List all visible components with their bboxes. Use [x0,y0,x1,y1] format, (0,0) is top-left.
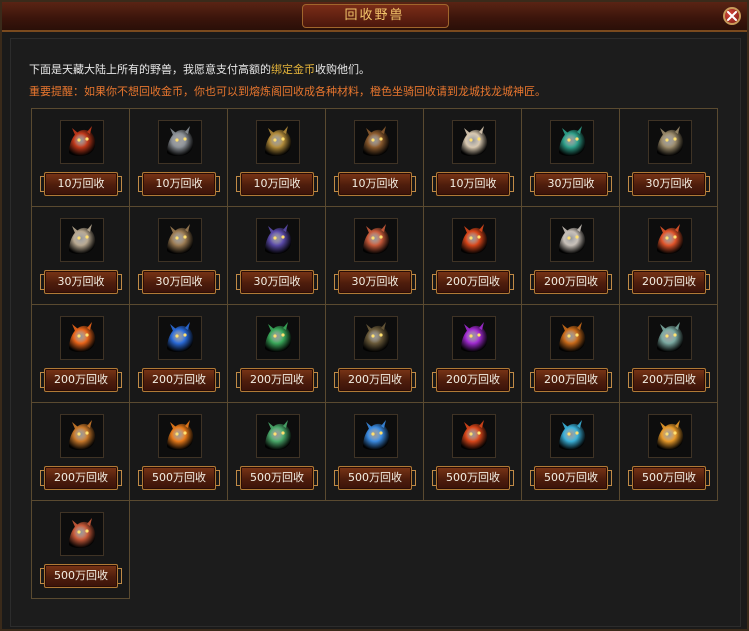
beast-icon[interactable] [452,414,496,458]
beast-icon[interactable] [550,414,594,458]
beast-icon[interactable] [158,316,202,360]
recycle-button[interactable]: 200万回收 [628,368,710,392]
beast-slot: 30万回收 [620,109,718,207]
window-title: 回收野兽 [344,8,405,23]
beast-icon[interactable] [158,414,202,458]
beast-icon[interactable] [60,218,104,262]
recycle-button[interactable]: 200万回收 [432,270,514,294]
intro-text: 下面是天藏大陆上所有的野兽，我愿意支付高额的绑定金币收购他们。 [29,61,370,77]
intro-prefix: 下面是天藏大陆上所有的野兽，我愿意支付高额的 [29,63,271,76]
beast-slot: 200万回收 [32,403,130,501]
recycle-button[interactable]: 10万回收 [334,172,416,196]
recycle-button[interactable]: 500万回收 [40,564,122,588]
beast-slot: 200万回收 [522,305,620,403]
recycle-button[interactable]: 200万回收 [432,368,514,392]
recycle-button[interactable]: 500万回收 [334,466,416,490]
recycle-button[interactable]: 10万回收 [40,172,122,196]
recycle-beasts-window: 回收野兽 下面是天藏大陆上所有的野兽，我愿意支付高额的绑定金币收购他们。 重要提… [0,0,749,631]
beast-icon[interactable] [354,414,398,458]
beast-slot: 10万回收 [130,109,228,207]
beast-icon[interactable] [158,120,202,164]
recycle-button[interactable]: 30万回收 [138,270,220,294]
beast-icon[interactable] [60,414,104,458]
beast-icon[interactable] [354,316,398,360]
recycle-button[interactable]: 500万回收 [530,466,612,490]
beast-slot: 200万回收 [32,305,130,403]
content-panel: 下面是天藏大陆上所有的野兽，我愿意支付高额的绑定金币收购他们。 重要提醒：如果你… [10,38,741,627]
beast-slot: 500万回收 [130,403,228,501]
beast-icon[interactable] [452,218,496,262]
recycle-button[interactable]: 10万回收 [236,172,318,196]
beast-slot: 30万回收 [522,109,620,207]
beast-slot: 200万回收 [326,305,424,403]
recycle-button[interactable]: 30万回收 [334,270,416,294]
recycle-button[interactable]: 500万回收 [138,466,220,490]
recycle-button[interactable]: 500万回收 [236,466,318,490]
title-bar[interactable]: 回收野兽 [2,2,747,32]
recycle-button[interactable]: 30万回收 [40,270,122,294]
beast-icon[interactable] [648,414,692,458]
beast-icon[interactable] [256,316,300,360]
beast-icon[interactable] [60,120,104,164]
beast-slot: 500万回收 [424,403,522,501]
recycle-button[interactable]: 30万回收 [628,172,710,196]
close-icon [727,11,737,21]
beast-icon[interactable] [550,120,594,164]
beast-icon[interactable] [550,316,594,360]
intro-highlight: 绑定金币 [271,63,315,76]
beast-slot: 30万回收 [130,207,228,305]
beast-grid: 10万回收 10万回收 10万回收 10万回收 10万回收 30万回收 30万回收 30万回收… [31,108,718,599]
beast-slot: 10万回收 [32,109,130,207]
beast-slot: 10万回收 [228,109,326,207]
beast-slot: 10万回收 [326,109,424,207]
beast-slot: 500万回收 [522,403,620,501]
beast-slot: 30万回收 [32,207,130,305]
beast-slot: 200万回收 [522,207,620,305]
beast-icon[interactable] [256,120,300,164]
beast-slot: 30万回收 [228,207,326,305]
recycle-button[interactable]: 200万回收 [628,270,710,294]
beast-slot: 200万回收 [620,207,718,305]
beast-slot: 30万回收 [326,207,424,305]
important-tip: 重要提醒：如果你不想回收金币，你也可以到熔炼阁回收成各种材料，橙色坐骑回收请到龙… [29,85,546,98]
beast-icon[interactable] [452,316,496,360]
recycle-button[interactable]: 200万回收 [236,368,318,392]
beast-icon[interactable] [648,120,692,164]
recycle-button[interactable]: 200万回收 [40,466,122,490]
beast-icon[interactable] [256,218,300,262]
recycle-button[interactable]: 10万回收 [138,172,220,196]
beast-icon[interactable] [60,316,104,360]
beast-icon[interactable] [648,316,692,360]
beast-slot: 200万回收 [130,305,228,403]
beast-icon[interactable] [550,218,594,262]
beast-icon[interactable] [648,218,692,262]
beast-slot: 500万回收 [228,403,326,501]
recycle-button[interactable]: 200万回收 [40,368,122,392]
recycle-button[interactable]: 30万回收 [530,172,612,196]
beast-slot: 200万回收 [424,305,522,403]
beast-icon[interactable] [452,120,496,164]
recycle-button[interactable]: 500万回收 [628,466,710,490]
close-button[interactable] [723,7,741,25]
recycle-button[interactable]: 500万回收 [432,466,514,490]
beast-slot: 10万回收 [424,109,522,207]
beast-icon[interactable] [354,218,398,262]
beast-icon[interactable] [60,512,104,556]
recycle-button[interactable]: 200万回收 [138,368,220,392]
beast-slot: 200万回收 [424,207,522,305]
beast-icon[interactable] [354,120,398,164]
beast-icon[interactable] [256,414,300,458]
intro-suffix: 收购他们。 [315,63,370,76]
beast-slot: 200万回收 [228,305,326,403]
beast-icon[interactable] [158,218,202,262]
beast-slot: 200万回收 [620,305,718,403]
recycle-button[interactable]: 200万回收 [530,270,612,294]
beast-slot: 500万回收 [326,403,424,501]
recycle-button[interactable]: 10万回收 [432,172,514,196]
recycle-button[interactable]: 200万回收 [334,368,416,392]
recycle-button[interactable]: 200万回收 [530,368,612,392]
beast-slot: 500万回收 [620,403,718,501]
recycle-button[interactable]: 30万回收 [236,270,318,294]
beast-slot: 500万回收 [32,501,130,599]
